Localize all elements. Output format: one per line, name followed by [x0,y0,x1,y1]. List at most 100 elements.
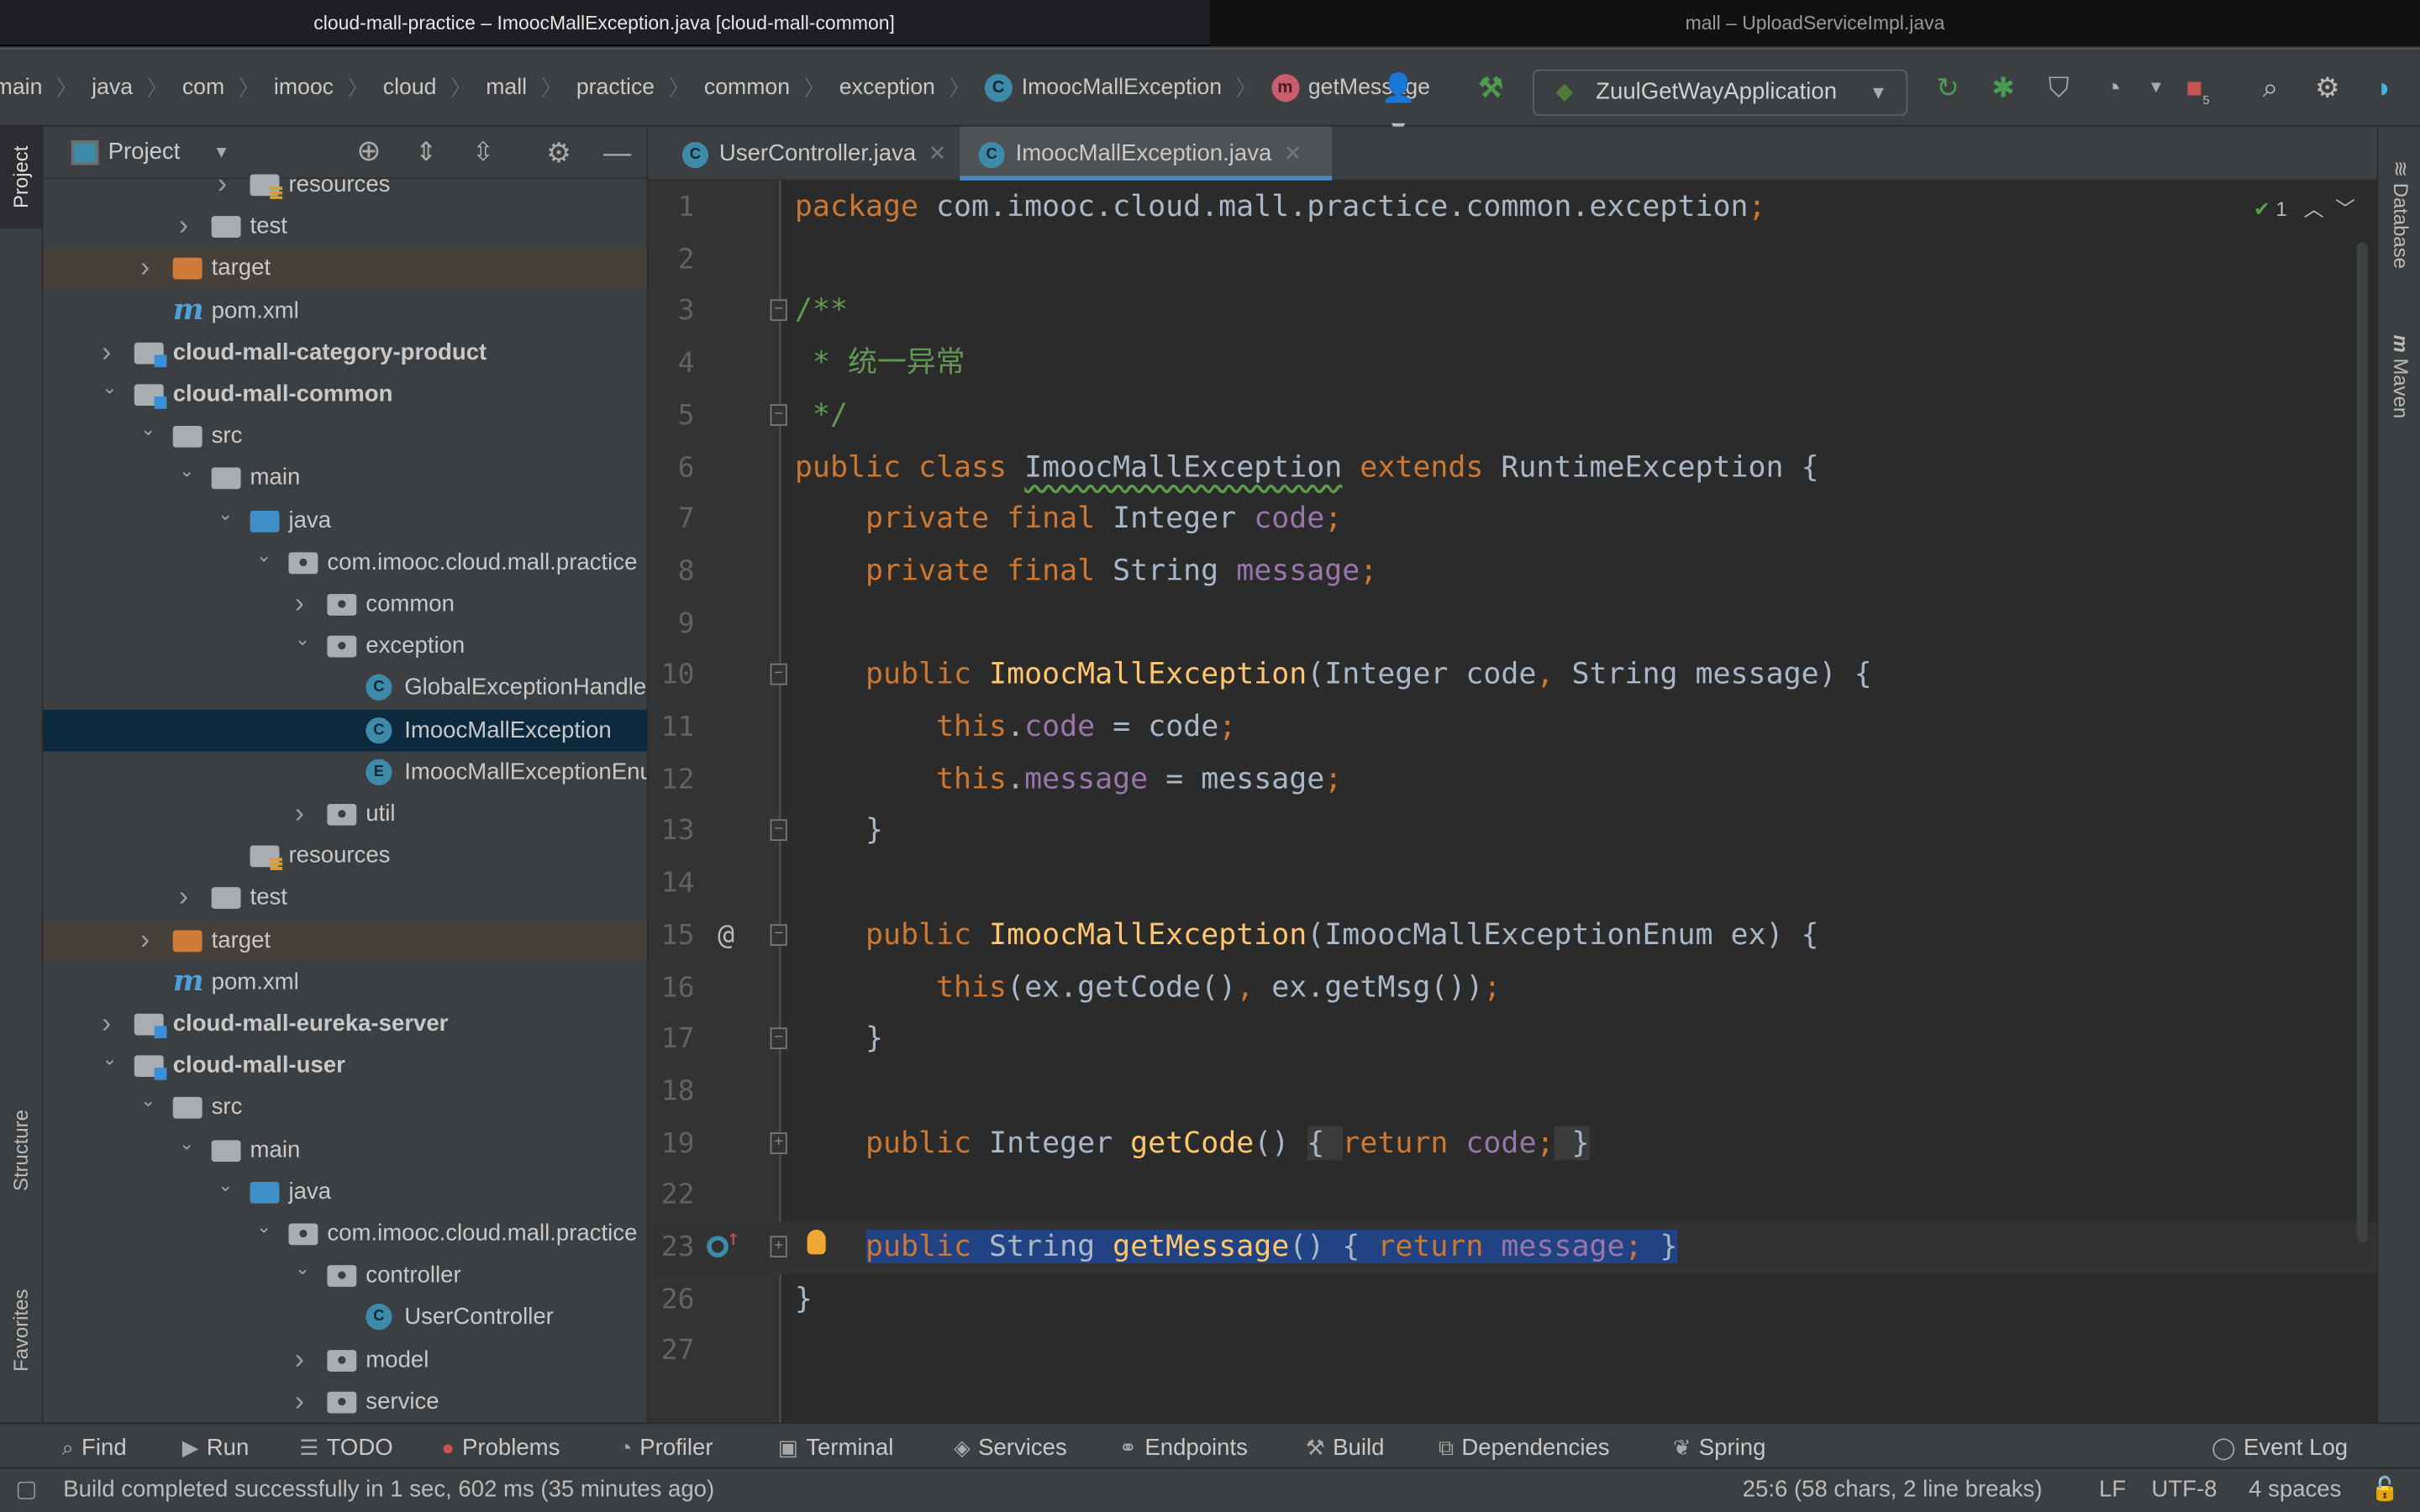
tool-window-services[interactable]: ◈ Services [954,1424,1067,1470]
tool-window-dependencies[interactable]: ⧉ Dependencies [1439,1424,1610,1470]
breadcrumb-item[interactable]: java [92,76,133,100]
search-icon[interactable]: ⌕ [2250,68,2291,108]
breadcrumb-item[interactable]: imooc [274,76,334,100]
chevron-down-icon[interactable]: ⌄ [256,1206,271,1248]
coverage-icon[interactable]: ⛉ [2039,68,2079,108]
user-icon[interactable]: 👤▾ [1378,68,1418,143]
tree-item[interactable]: › resources [43,164,646,206]
run-configuration-dropdown[interactable]: ◆ ZuulGetWayApplication ▼ [1532,69,1908,116]
inspection-widget[interactable]: ✔ 1 ︿ ﹀ [2254,193,2355,223]
code-line[interactable]: 16 this(ex.getCode(), ex.getMsg()); [648,962,2376,1014]
chevron-down-icon[interactable]: ⌄ [179,451,194,493]
indent-setting[interactable]: 4 spaces [2249,1469,2341,1512]
code-line[interactable]: 18 [648,1066,2376,1118]
breadcrumb-item[interactable]: common [704,76,790,100]
chevron-down-icon[interactable]: ⌄ [295,1248,310,1290]
tool-window-todo[interactable]: ☰ TODO [299,1424,392,1470]
tree-item[interactable]: ⌄ java [43,499,646,541]
vertical-scrollbar[interactable] [2356,242,2368,1242]
tree-item[interactable]: ⌄ controller [43,1255,646,1297]
code-line[interactable]: 11 this.code = code; [648,702,2376,754]
tool-window-find[interactable]: ⌕ Find [61,1424,126,1470]
code-line[interactable]: 26} [648,1274,2376,1326]
chevron-right-icon[interactable]: › [179,877,188,919]
tree-item[interactable]: C GlobalExceptionHandler [43,667,647,709]
chevron-down-icon[interactable]: ⌄ [218,1164,233,1206]
tree-item[interactable]: › cloud-mall-eureka-server [43,1003,646,1045]
chevron-down-icon[interactable]: ﹀ [2335,197,2355,221]
chevron-down-icon[interactable]: ⌄ [218,493,233,535]
stop-icon[interactable]: ■5 [2178,68,2218,108]
breadcrumb-item[interactable]: com [182,76,224,100]
tool-window-profiler[interactable]: ◔ Profiler [619,1424,713,1470]
fold-expand-icon[interactable]: + [770,1131,787,1154]
code-line[interactable]: 27 [648,1326,2376,1378]
code-line[interactable]: 4 * 统一异常 [648,338,2376,390]
tool-tab-favorites[interactable]: Favorites [0,1261,43,1399]
profile-icon[interactable]: ◔ [2093,68,2133,108]
code-line[interactable]: 8 private final String message; [648,546,2376,598]
code-line[interactable]: 5 − */ [648,390,2376,442]
tool-window-endpoints[interactable]: ⚭ Endpoints [1119,1424,1248,1470]
rerun-icon[interactable]: ↻ [1928,68,1968,108]
close-icon[interactable]: ✕ [929,140,947,165]
tree-item[interactable]: ⌄ com.imooc.cloud.mall.practice [43,1213,646,1255]
tree-item[interactable]: ⌄ src [43,1087,646,1129]
code-line[interactable]: 1 package com.imooc.cloud.mall.practice.c… [648,182,2376,234]
tree-item[interactable]: ⌄ java [43,1171,646,1213]
fold-collapse-icon[interactable]: − [770,1027,787,1050]
line-separator[interactable]: LF [2099,1469,2126,1512]
tree-item[interactable]: › common [43,583,646,625]
tab-imoocmallexception-java[interactable]: C ImoocMallException.java ✕ [960,126,1333,181]
chevron-right-icon[interactable]: › [295,793,304,835]
status-message[interactable]: Build completed successfully in 1 sec, 6… [63,1469,714,1512]
tab-usercontroller-java[interactable]: C UserController.java ✕ [664,127,954,181]
code-line[interactable]: 14 [648,858,2376,910]
chevron-right-icon[interactable]: › [295,1381,304,1423]
tree-item[interactable]: C UserController [43,1297,646,1339]
implementation-marker-icon[interactable]: @ [718,910,734,962]
chevron-down-icon[interactable]: ⌄ [102,367,117,409]
code-line[interactable]: 9 [648,598,2376,650]
chevron-down-icon[interactable]: ⌄ [179,1122,194,1164]
toolbox-logo-icon[interactable]: ◗ [2365,68,2405,108]
code-line[interactable]: 2 [648,234,2376,286]
other-window-title[interactable]: mall – UploadServiceImpl.java [1210,0,2420,47]
chevron-right-icon[interactable]: › [140,919,150,961]
tool-window-problems[interactable]: ● Problems [441,1424,560,1470]
code-line[interactable]: 17 − } [648,1014,2376,1066]
tree-item[interactable]: m pom.xml [43,290,646,332]
code-line[interactable]: 22 [648,1170,2376,1222]
chevron-right-icon[interactable]: › [179,206,188,248]
cursor-position[interactable]: 25:6 (58 chars, 2 line breaks) [1743,1469,2043,1512]
lock-icon[interactable]: 🔓 [2370,1469,2399,1512]
tree-item[interactable]: › test [43,877,646,919]
fold-collapse-icon[interactable]: − [770,300,787,322]
tree-item[interactable]: ⌄ main [43,1129,646,1171]
code-line[interactable]: 19 + public Integer getCode() { return co… [648,1118,2376,1170]
code-line[interactable]: 6 public class ImoocMallException extends… [648,442,2376,494]
chevron-down-icon[interactable]: ⌄ [102,1038,117,1080]
breadcrumb-item[interactable]: practice [576,76,655,100]
tree-item[interactable]: › test [43,206,646,248]
chevron-right-icon[interactable]: › [218,164,227,206]
code-editor[interactable]: 1 package com.imooc.cloud.mall.practice.c… [648,180,2377,1423]
tree-item[interactable]: ⌄ src [43,415,646,457]
code-line[interactable]: 13 − } [648,806,2376,858]
close-icon[interactable]: ✕ [1284,140,1302,165]
fold-collapse-icon[interactable]: − [770,820,787,842]
fold-expand-icon[interactable]: + [770,1236,787,1257]
tool-tab-database[interactable]: ≋ Database [2378,142,2420,288]
tree-item[interactable]: ⌄ com.imooc.cloud.mall.practice [43,541,646,583]
tool-window-spring[interactable]: ❦ Spring [1673,1424,1765,1470]
gear-icon[interactable]: ⚙ [2307,68,2348,108]
code-line[interactable]: 15 − @ public ImoocMallException(ImoocMall… [648,910,2376,962]
breadcrumb-item[interactable]: main [0,76,42,100]
chevron-up-icon[interactable]: ︿ [2304,197,2324,221]
chevron-down-icon[interactable]: ⌄ [295,619,310,661]
tree-item[interactable]: ⌄ main [43,457,646,499]
tree-item[interactable]: E ImoocMallExceptionEnum [43,751,647,793]
breadcrumb-item[interactable]: mall [486,76,527,100]
tool-window-terminal[interactable]: ▣ Terminal [778,1424,894,1470]
fold-collapse-icon[interactable]: − [770,923,787,946]
